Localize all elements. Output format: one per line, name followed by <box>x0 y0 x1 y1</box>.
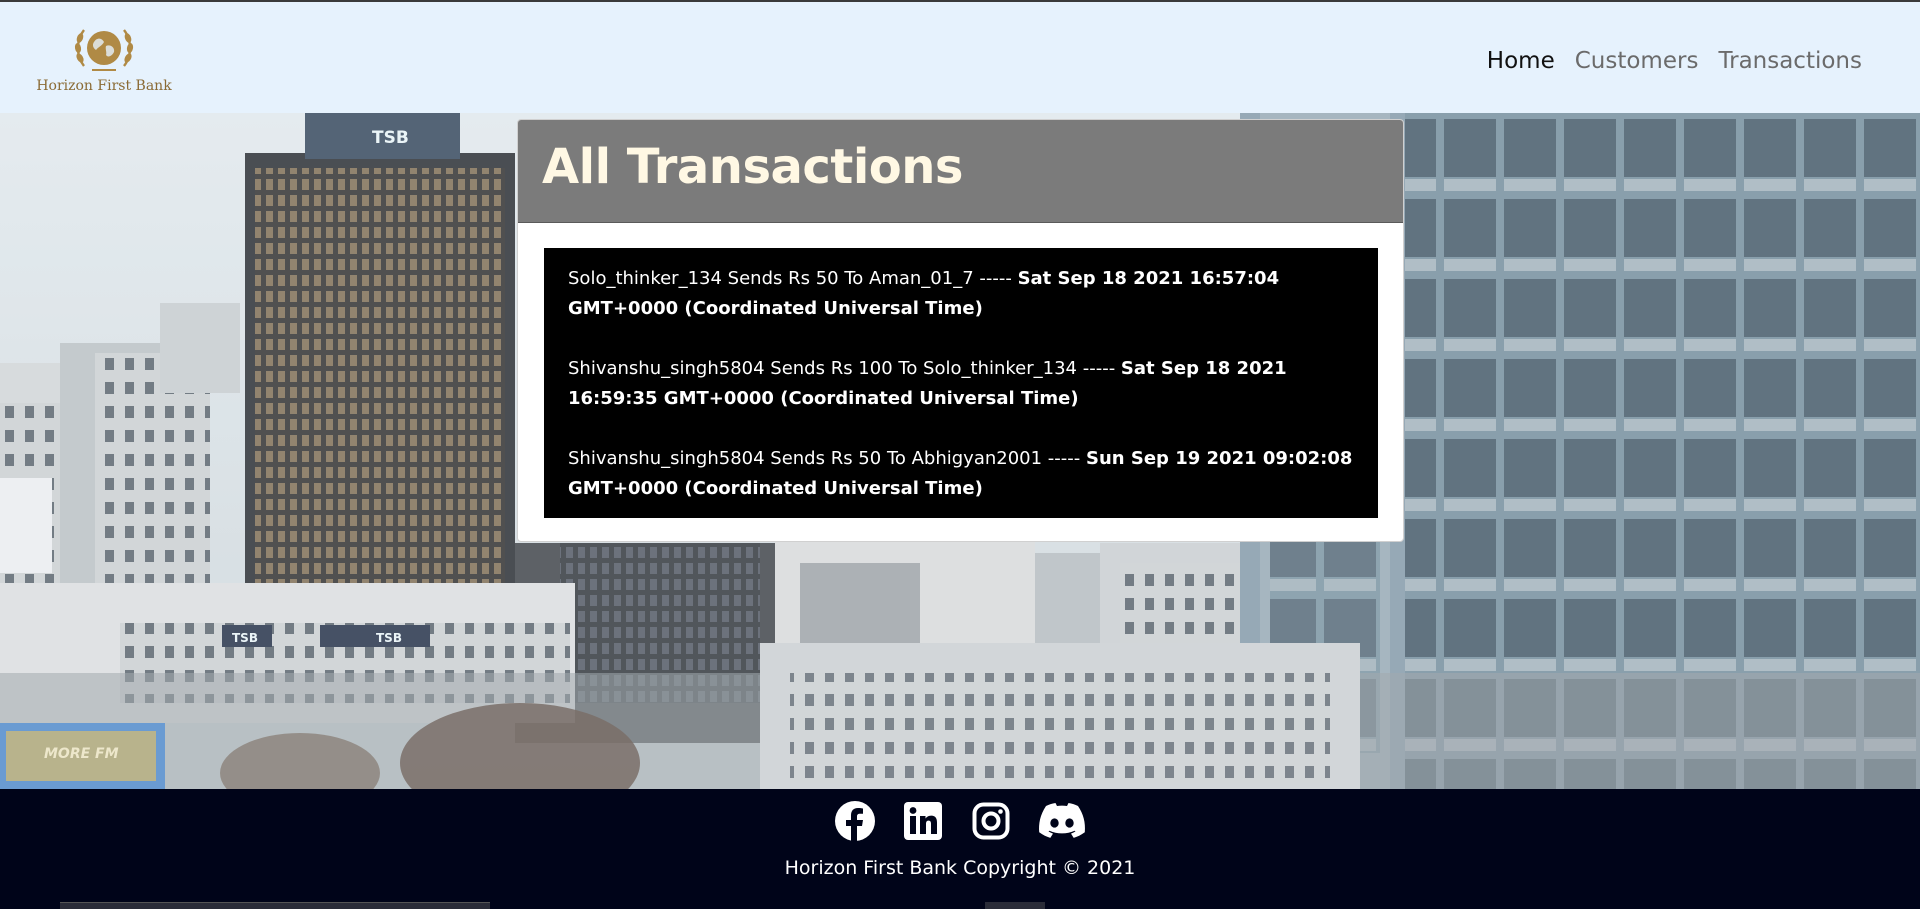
bottom-scroll-bar-segment <box>985 902 1045 909</box>
transaction-text: Solo_thinker_134 Sends Rs 50 To Aman_01_… <box>568 268 1018 289</box>
card-header: All Transactions <box>518 120 1403 223</box>
hero-section: TSB TSB TSB MORE FM All Transactions Sol… <box>0 113 1920 789</box>
discord-icon[interactable] <box>1037 799 1087 843</box>
bank-globe-logo-icon <box>74 29 134 71</box>
nav-transactions-link[interactable]: Transactions <box>1708 46 1872 76</box>
transaction-item: Shivanshu_singh5804 Sends Rs 50 To Abhig… <box>568 444 1354 504</box>
transaction-item: Solo_thinker_134 Sends Rs 50 To Aman_01_… <box>568 264 1354 324</box>
social-links <box>0 799 1920 843</box>
nav-home-link[interactable]: Home <box>1477 46 1565 76</box>
instagram-icon[interactable] <box>969 799 1013 843</box>
facebook-icon[interactable] <box>833 799 877 843</box>
footer: Horizon First Bank Copyright © 2021 <box>0 789 1920 909</box>
transaction-text: Shivanshu_singh5804 Sends Rs 50 To Abhig… <box>568 448 1087 469</box>
transactions-card: All Transactions Solo_thinker_134 Sends … <box>517 119 1404 542</box>
copyright-text: Horizon First Bank Copyright © 2021 <box>784 857 1136 879</box>
nav-customers-link[interactable]: Customers <box>1565 46 1709 76</box>
page-title: All Transactions <box>542 139 964 195</box>
navbar: Horizon First Bank Home Customers Transa… <box>0 0 1920 113</box>
nav-links: Home Customers Transactions <box>1477 46 1872 76</box>
transactions-list: Solo_thinker_134 Sends Rs 50 To Aman_01_… <box>544 248 1378 518</box>
brand-name: Horizon First Bank <box>36 78 172 94</box>
brand-link[interactable]: Horizon First Bank <box>36 22 172 98</box>
bottom-scroll-bar <box>60 902 490 909</box>
transaction-text: Shivanshu_singh5804 Sends Rs 100 To Solo… <box>568 358 1121 379</box>
linkedin-icon[interactable] <box>901 799 945 843</box>
transaction-item: Shivanshu_singh5804 Sends Rs 100 To Solo… <box>568 354 1354 414</box>
